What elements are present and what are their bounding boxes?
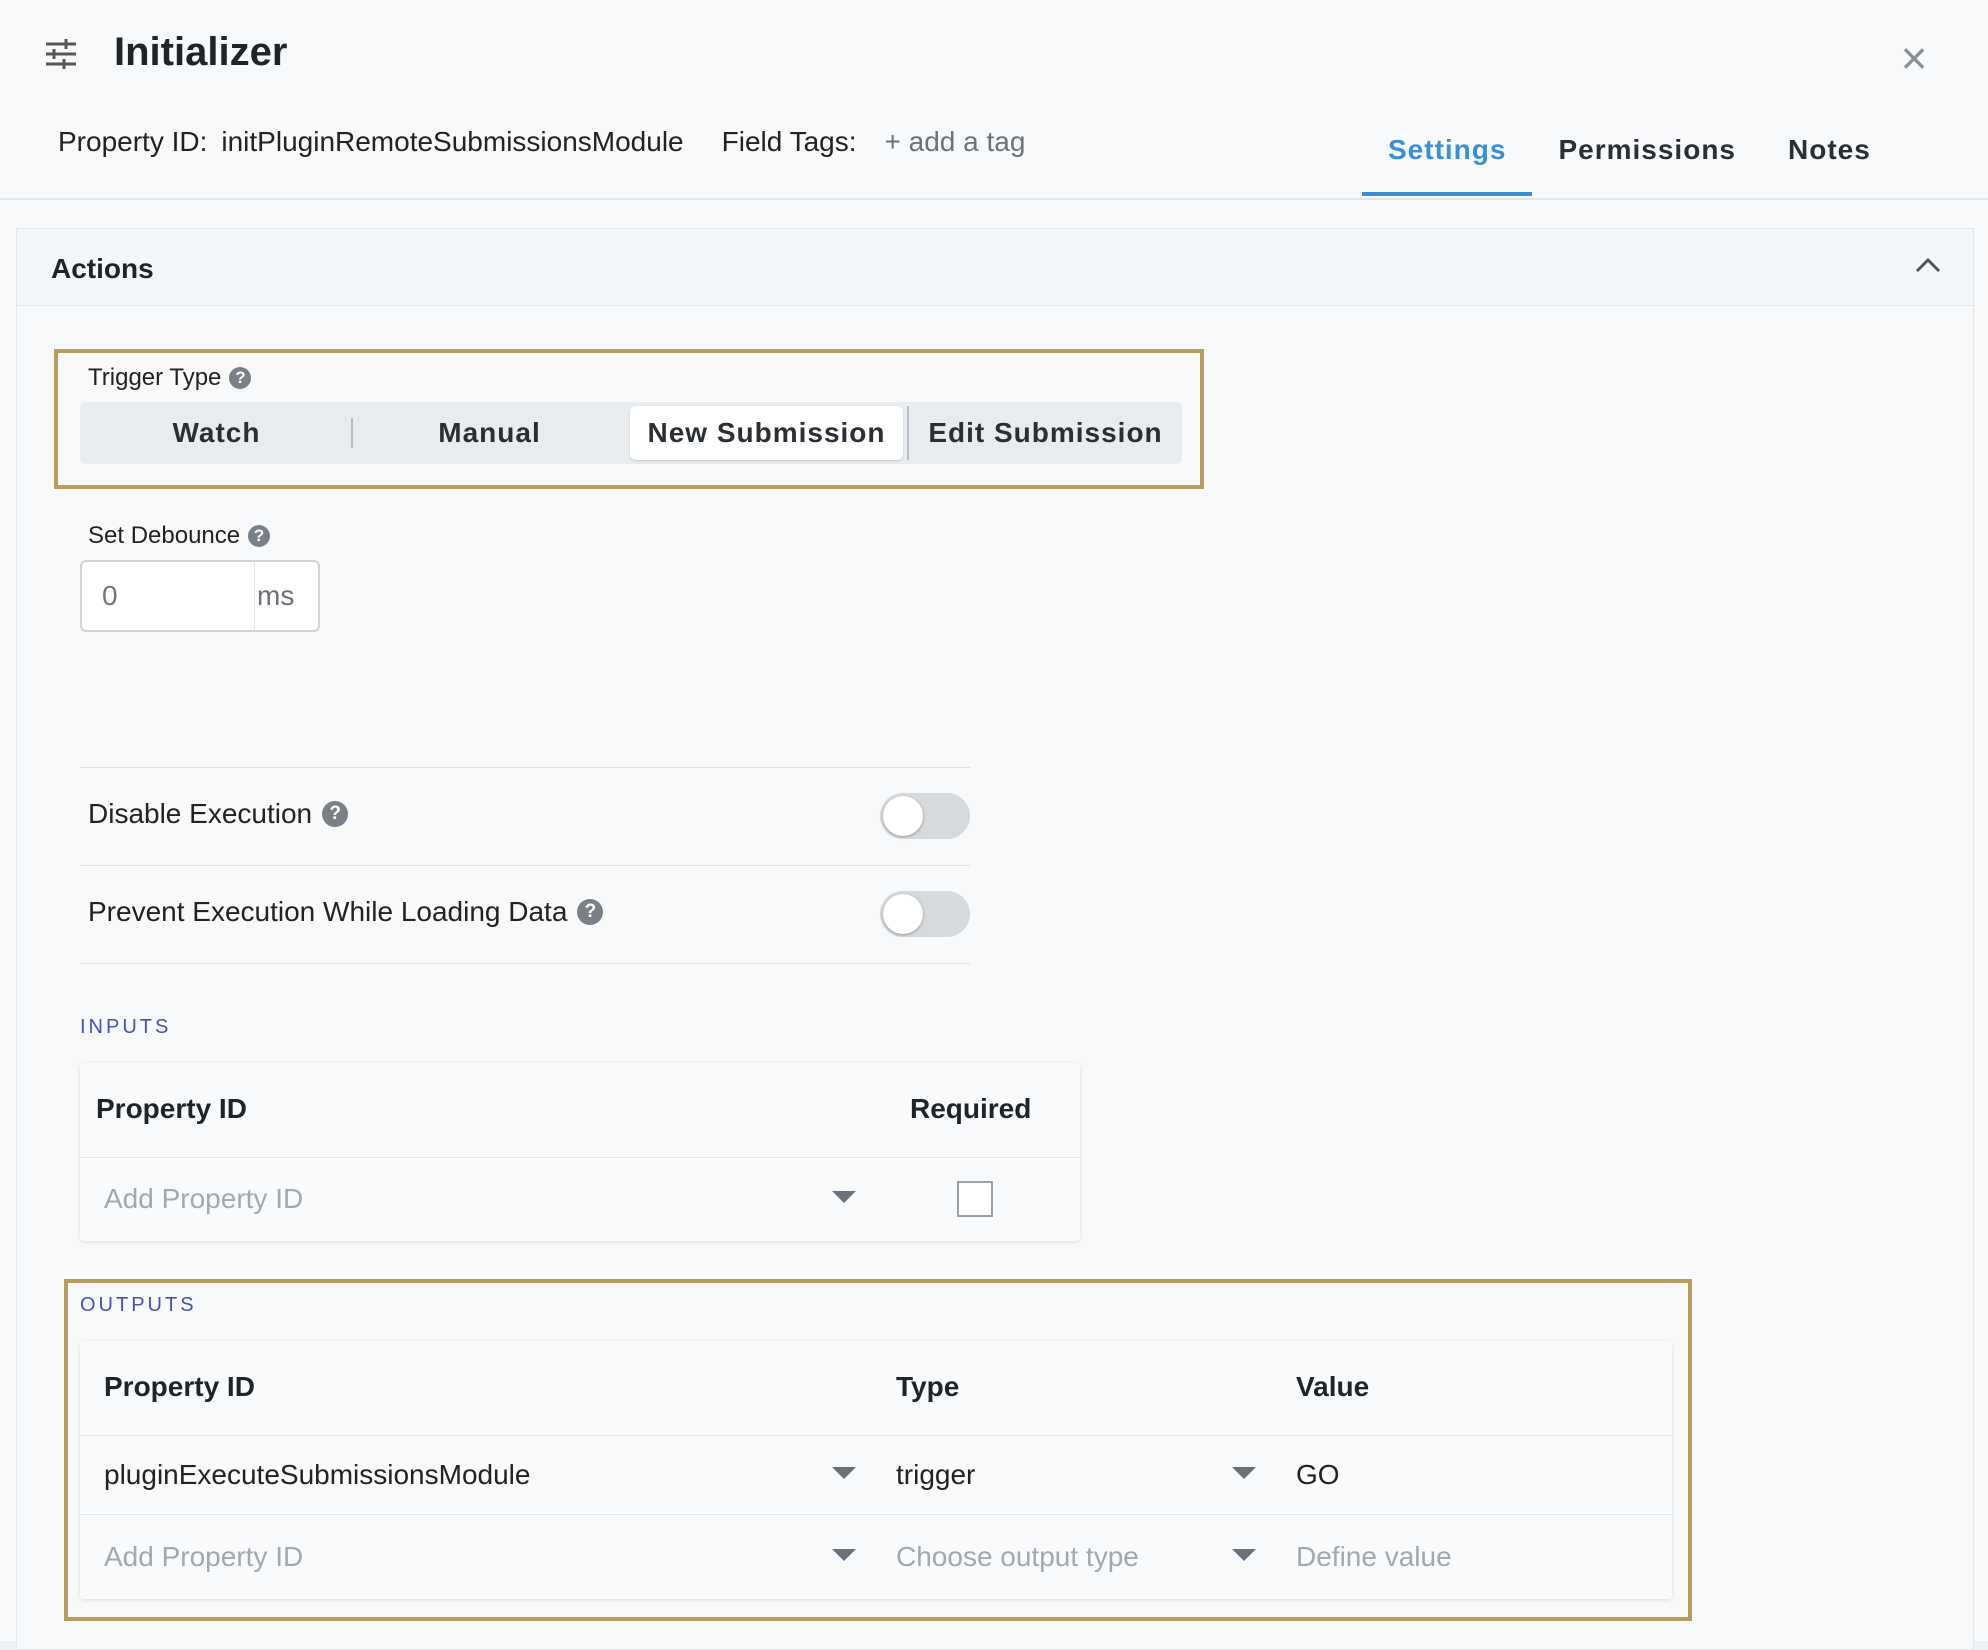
outputs-title: OUTPUTS [80,1294,197,1316]
dropdown-caret-icon[interactable] [832,1549,856,1561]
property-id-label: Property ID: [58,126,208,157]
outputs-col-value: Value [1296,1371,1370,1402]
inputs-title: INPUTS [80,1016,172,1038]
divider [80,1157,1080,1158]
trigger-option-watch[interactable]: Watch [80,406,353,460]
prevent-loading-toggle[interactable] [880,891,970,937]
output-value-input-new[interactable]: Define value [1296,1541,1452,1573]
trigger-type-segmented: Watch Manual New Submission Edit Submiss… [80,402,1182,464]
close-icon[interactable]: × [1896,35,1932,81]
help-icon[interactable]: ? [577,899,604,925]
dropdown-caret-icon[interactable] [1232,1467,1256,1479]
prevent-loading-label: Prevent Execution While Loading Data [88,896,568,927]
tab-notes[interactable]: Notes [1762,120,1897,196]
dropdown-caret-icon[interactable] [832,1467,856,1479]
dropdown-caret-icon[interactable] [1232,1549,1256,1561]
inputs-col-required: Required [910,1093,1032,1124]
debounce-input[interactable] [82,562,254,630]
disable-execution-toggle[interactable] [880,793,970,839]
outputs-col-property-id: Property ID [104,1371,255,1402]
output-value-input[interactable]: GO [1296,1459,1340,1491]
debounce-unit: ms [254,562,294,630]
tab-permissions[interactable]: Permissions [1532,120,1762,196]
output-type-select-new[interactable]: Choose output type [896,1541,1139,1573]
chevron-up-icon[interactable] [1913,253,1943,277]
inputs-col-property-id: Property ID [96,1093,247,1124]
trigger-option-manual[interactable]: Manual [353,406,626,460]
trigger-option-new-submission[interactable]: New Submission [630,406,903,460]
help-icon[interactable]: ? [248,525,271,547]
trigger-option-edit-submission[interactable]: Edit Submission [907,406,1182,460]
output-type-select[interactable]: trigger [896,1459,975,1491]
actions-label: Actions [51,253,154,284]
output-property-id-select[interactable]: pluginExecuteSubmissionsModule [104,1459,530,1491]
tab-settings[interactable]: Settings [1362,120,1533,196]
debounce-label: Set Debounce ? [88,522,271,550]
trigger-type-text: Trigger Type [88,364,222,391]
help-icon[interactable]: ? [229,367,252,389]
inputs-table: Property ID Required Add Property ID [80,1063,1080,1241]
prevent-loading-row: Prevent Execution While Loading Data ? [88,896,604,928]
toggle-knob [883,894,923,934]
divider [80,963,970,964]
actions-header[interactable]: Actions [17,229,1973,306]
debounce-text: Set Debounce [88,522,241,549]
add-tag-link[interactable]: + add a tag [885,126,1026,157]
dropdown-caret-icon[interactable] [832,1191,856,1203]
debounce-field: ms [80,560,320,632]
disable-execution-label: Disable Execution [88,798,313,829]
divider [80,767,970,768]
panel-header: Initializer × Property ID: initPluginRemo… [0,0,1988,200]
toggle-knob [883,796,923,836]
outputs-col-type: Type [896,1371,960,1402]
trigger-type-label: Trigger Type ? [88,364,252,392]
output-property-id-select-new[interactable]: Add Property ID [104,1541,303,1573]
property-meta: Property ID: initPluginRemoteSubmissionsM… [58,126,1025,158]
property-id-value: initPluginRemoteSubmissionsModule [221,126,684,157]
divider [80,1435,1672,1436]
panel-title: Initializer [114,30,288,74]
required-checkbox[interactable] [957,1181,993,1217]
outputs-table: Property ID Type Value pluginExecuteSubm… [80,1341,1672,1599]
initializer-panel: Initializer × Property ID: initPluginRemo… [0,0,1988,1650]
field-tags-label: Field Tags: [721,126,857,157]
divider [80,1514,1672,1515]
divider [80,865,970,866]
settings-sliders-icon[interactable] [44,38,78,70]
panel-tabs: Settings Permissions Notes [1362,120,1897,196]
help-icon[interactable]: ? [322,801,349,827]
inputs-property-id-select[interactable]: Add Property ID [104,1183,303,1215]
disable-execution-row: Disable Execution ? [88,798,349,830]
